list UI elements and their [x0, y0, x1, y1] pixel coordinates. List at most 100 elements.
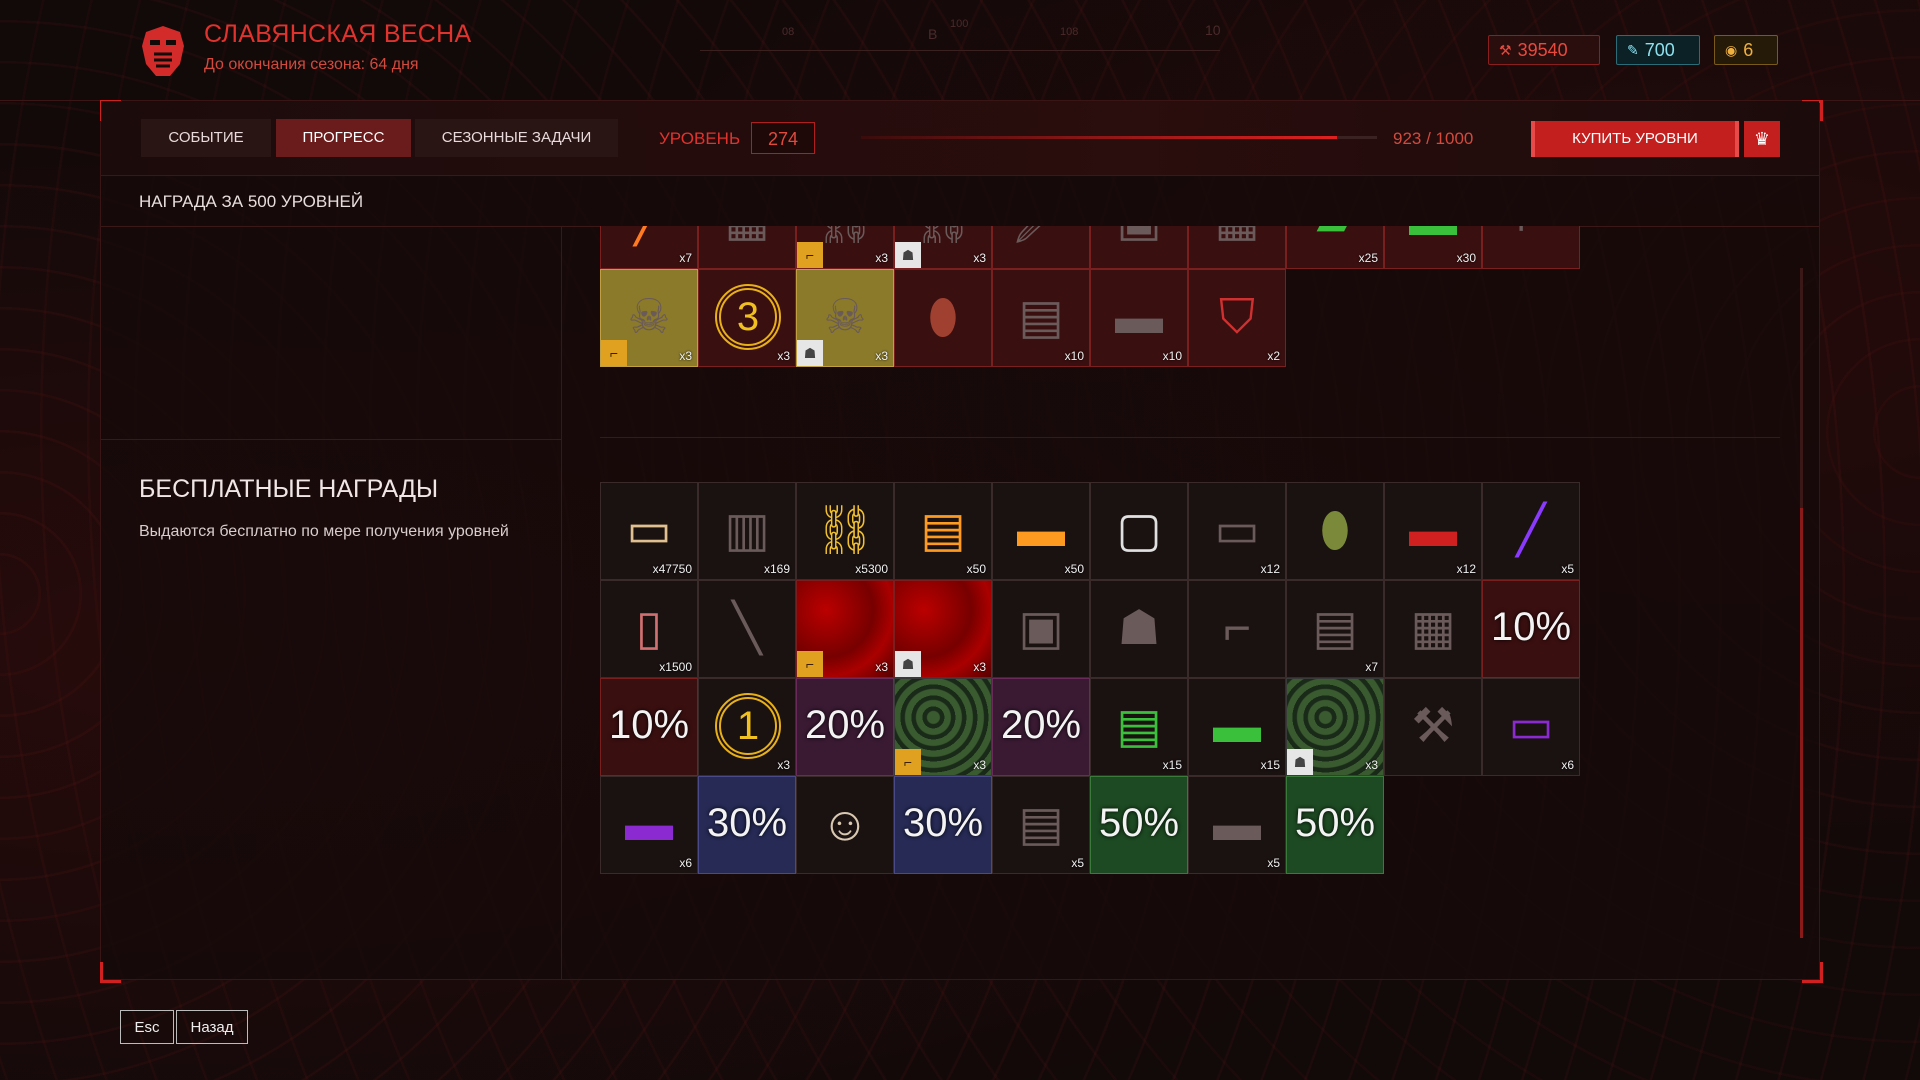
tab-event[interactable]: СОБЫТИЕ: [141, 119, 271, 157]
reward-slot[interactable]: ⛓ x5300: [796, 482, 894, 580]
reward-slot[interactable]: 50%: [1286, 776, 1384, 874]
reward-slot[interactable]: ▥ x169: [698, 482, 796, 580]
reward-slot[interactable]: ▬ x12: [1384, 482, 1482, 580]
reward-slot[interactable]: ╱ x5: [1482, 482, 1580, 580]
reward-quantity: x5: [1267, 856, 1280, 870]
old-warrior-portrait-icon: ☺: [820, 798, 870, 851]
reward-slot[interactable]: 30%: [894, 776, 992, 874]
armor-badge-icon: ☗: [895, 651, 921, 677]
kredits-currency[interactable]: ✎ 700: [1616, 35, 1700, 65]
reward-slot[interactable]: ▤ x7: [1286, 580, 1384, 678]
reward-slot[interactable]: ☗ x3: [1286, 678, 1384, 776]
reward-slot[interactable]: 3 x3: [698, 269, 796, 367]
discount-value: 30%: [902, 801, 984, 845]
reward-slot[interactable]: ▭ x12: [1188, 482, 1286, 580]
reward-slot[interactable]: ▭ x6: [1482, 678, 1580, 776]
reward-slot[interactable]: ▯ x1500: [600, 580, 698, 678]
reward-slot[interactable]: ▦: [1384, 580, 1482, 678]
reward-slot[interactable]: ⌐: [1188, 580, 1286, 678]
reward-quantity: x3: [679, 349, 692, 363]
reward-slot[interactable]: ▤ x5: [992, 776, 1090, 874]
reward-slot[interactable]: 30%: [698, 776, 796, 874]
reward-slot[interactable]: ╲: [698, 580, 796, 678]
reward-quantity: x3: [875, 660, 888, 674]
divider: [101, 439, 561, 440]
reward-slot[interactable]: ☗ x3: [894, 580, 992, 678]
reward-quantity: x10: [1162, 349, 1182, 363]
weapon-badge-icon: ⌐: [895, 749, 921, 775]
reward-slot[interactable]: ⌐ x3: [796, 580, 894, 678]
buy-levels-button[interactable]: КУПИТЬ УРОВНИ: [1531, 121, 1739, 157]
discount-value: 10%: [608, 703, 690, 747]
reward-slot[interactable]: ▬ x15: [1188, 678, 1286, 776]
scrollbar[interactable]: [1800, 268, 1803, 938]
reward-slot[interactable]: ▣: [1090, 226, 1188, 269]
crate-icon: ▦: [699, 226, 795, 250]
esc-key[interactable]: Esc: [120, 1010, 174, 1044]
coin-icon: ◉: [1725, 41, 1738, 58]
back-button[interactable]: Назад: [176, 1010, 248, 1044]
reward-quantity: x3: [777, 349, 790, 363]
reward-slot[interactable]: ▦: [1188, 226, 1286, 269]
tab-progress[interactable]: ПРОГРЕСС: [276, 119, 411, 157]
reward-header: НАГРАДА ЗА 500 УРОВНЕЙ: [101, 176, 1819, 227]
reward-slot[interactable]: ⌐: [1482, 226, 1580, 269]
reward-slot[interactable]: ☺: [796, 776, 894, 874]
crown-button[interactable]: ♛: [1744, 121, 1780, 157]
reward-slot[interactable]: 50%: [1090, 776, 1188, 874]
reward-slot[interactable]: 1 x3: [698, 678, 796, 776]
reward-slot[interactable]: ▬x30: [1384, 226, 1482, 269]
reward-slot[interactable]: ▬ x5: [1188, 776, 1286, 874]
link-coin-icon: ⛓: [814, 504, 876, 557]
orange-case-icon: ▬: [1017, 504, 1065, 557]
weapon-badge-icon: ⌐: [797, 651, 823, 677]
purple-glowstick-icon: ╱: [1516, 504, 1546, 557]
reward-slot[interactable]: 10%: [1482, 580, 1580, 678]
reward-slot[interactable]: ⛓⌐x3: [796, 226, 894, 269]
reward-quantity: x3: [973, 660, 986, 674]
ammo-case-icon: ▬: [1213, 798, 1261, 851]
reward-slot[interactable]: ☠ ☗ x3: [796, 269, 894, 367]
coins-currency[interactable]: ◉ 6: [1714, 35, 1778, 65]
reward-quantity: x12: [1260, 562, 1280, 576]
ticket-icon: ▯: [635, 602, 663, 655]
reward-slot[interactable]: ▬ x50: [992, 482, 1090, 580]
reward-slot[interactable]: ╱x7: [600, 226, 698, 269]
reward-slot[interactable]: ▢: [1090, 482, 1188, 580]
reward-slot[interactable]: ▤ x10: [992, 269, 1090, 367]
reward-slot[interactable]: ☠ ⌐ x3: [600, 269, 698, 367]
reward-slot[interactable]: ⬮: [1286, 482, 1384, 580]
reward-slot[interactable]: ⚒: [1384, 678, 1482, 776]
reward-slot[interactable]: 20%: [992, 678, 1090, 776]
reward-slot[interactable]: ⛉ x2: [1188, 269, 1286, 367]
reward-slot[interactable]: ▰x25: [1286, 226, 1384, 269]
armor-badge-icon: ☗: [797, 340, 823, 366]
reward-quantity: x15: [1260, 758, 1280, 772]
reward-slot[interactable]: 10%: [600, 678, 698, 776]
season-countdown: До окончания сезона: 64 дня: [204, 56, 419, 73]
reward-slot[interactable]: ▤ x50: [894, 482, 992, 580]
reward-slot[interactable]: ⬮: [894, 269, 992, 367]
reward-slot[interactable]: ⛓☗x3: [894, 226, 992, 269]
scrollbar-thumb[interactable]: [1800, 508, 1803, 938]
compass-mark: 100: [950, 18, 969, 30]
reward-slot[interactable]: ▣: [992, 580, 1090, 678]
reward-slot[interactable]: ☗: [1090, 580, 1188, 678]
wooden-chest-icon: ▦: [1410, 602, 1456, 655]
reward-slot[interactable]: ▬ x10: [1090, 269, 1188, 367]
reward-slot[interactable]: ▭ x47750: [600, 482, 698, 580]
reward-slot[interactable]: ▤ x15: [1090, 678, 1188, 776]
left-panel: БЕСПЛАТНЫЕ НАГРАДЫ Выдаются бесплатно по…: [101, 227, 562, 979]
reward-quantity: x1500: [659, 660, 692, 674]
reward-slot[interactable]: 🗡: [992, 226, 1090, 269]
crowns-currency[interactable]: ⚒ 39540: [1488, 35, 1600, 65]
reward-slot[interactable]: 20%: [796, 678, 894, 776]
reward-slot[interactable]: ⌐ x3: [894, 678, 992, 776]
level-value: 274: [751, 122, 815, 154]
purple-weapon-case-icon: ▭: [1508, 700, 1554, 753]
compass-mark: 10: [1205, 22, 1221, 38]
reward-slot[interactable]: ▦: [698, 226, 796, 269]
reward-slot[interactable]: ▬ x6: [600, 776, 698, 874]
skull-camo-icon: ☠: [627, 291, 671, 344]
tab-season-tasks[interactable]: СЕЗОННЫЕ ЗАДАЧИ: [415, 119, 618, 157]
